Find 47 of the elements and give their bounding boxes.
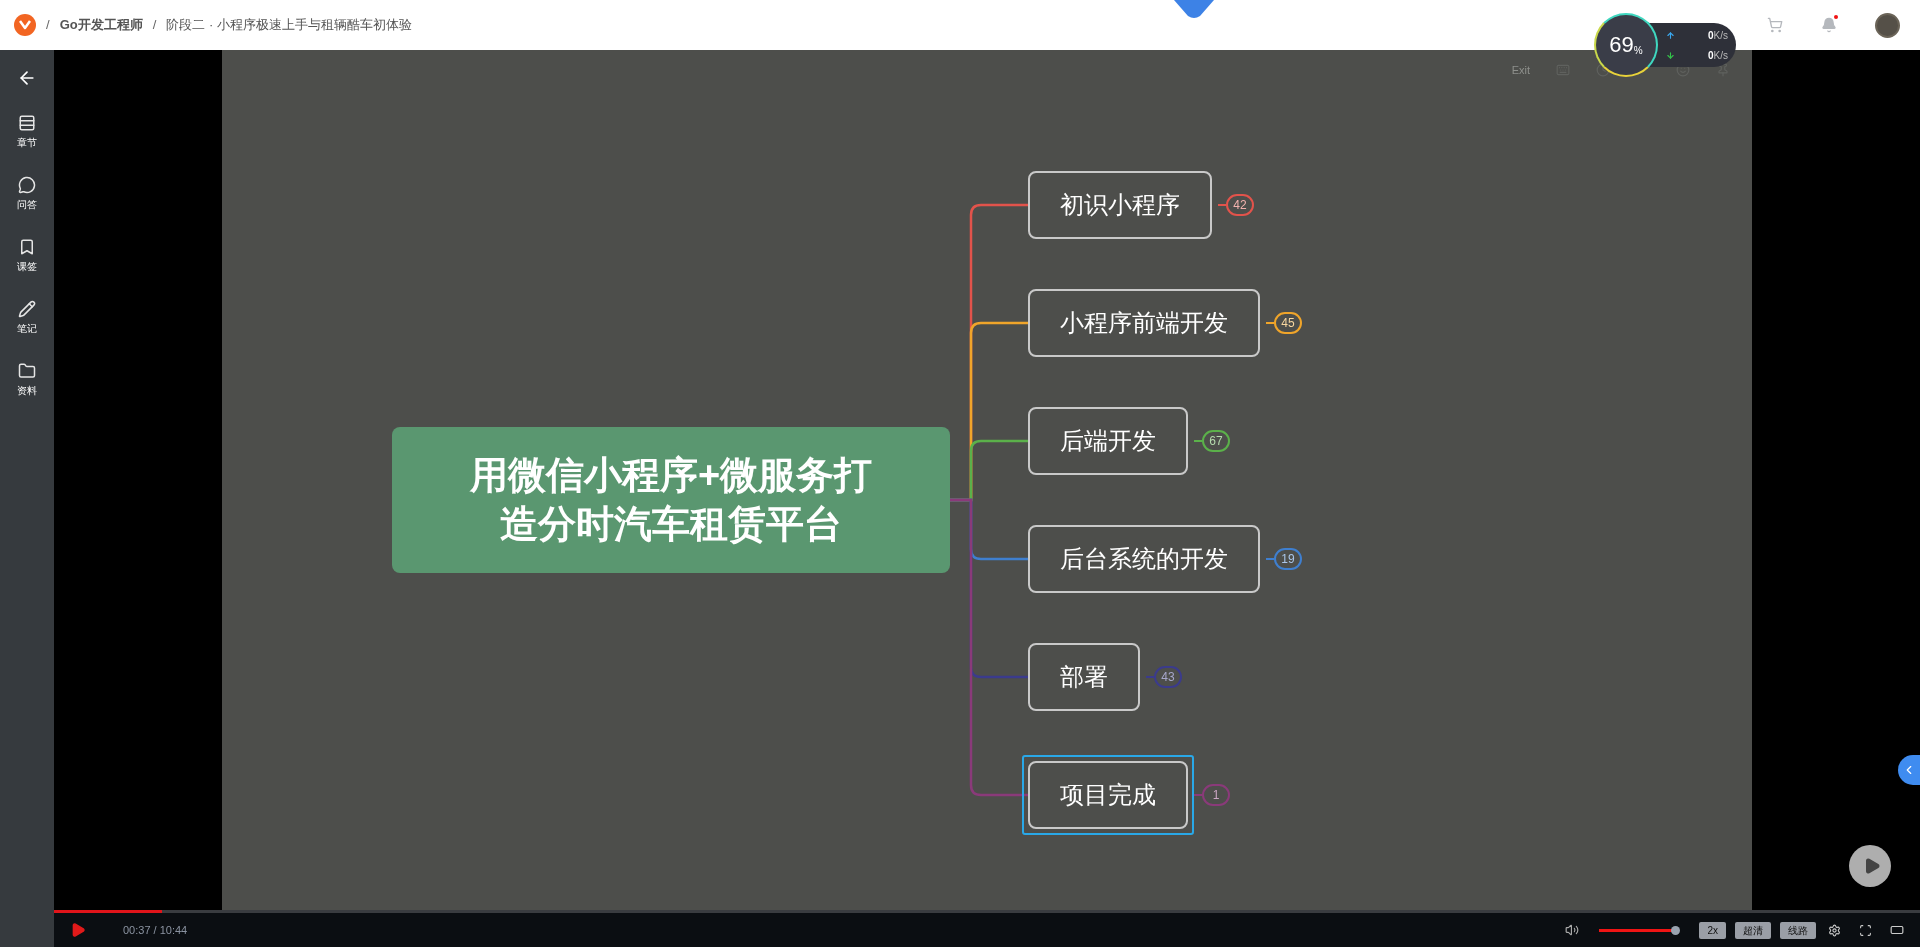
settings-icon[interactable] — [1828, 923, 1841, 937]
player-option-button[interactable]: 超清 — [1735, 921, 1771, 939]
upload-arrow-icon — [1666, 30, 1675, 40]
count-badge: 43 — [1154, 666, 1182, 688]
progress-track[interactable] — [54, 910, 1920, 913]
download-arrow-icon — [1666, 50, 1675, 60]
player-option-button[interactable]: 2x — [1699, 921, 1726, 939]
usage-percent: 69 — [1609, 34, 1634, 56]
sidebar-item[interactable]: 课签 — [13, 238, 41, 274]
topic-node[interactable]: 项目完成 — [1028, 761, 1188, 829]
big-play-button[interactable] — [1849, 845, 1891, 887]
volume-icon[interactable] — [1565, 923, 1580, 937]
window-mode-icon[interactable] — [1890, 923, 1904, 937]
topic-node[interactable]: 后台系统的开发 — [1028, 525, 1260, 593]
sidebar-item[interactable]: 章节 — [13, 114, 41, 150]
breadcrumb-link[interactable]: Go开发工程师 — [59, 15, 143, 35]
user-avatar[interactable] — [1875, 12, 1900, 38]
count-badge: 1 — [1202, 784, 1230, 806]
logo-icon[interactable] — [14, 14, 36, 36]
count-badge: 19 — [1274, 548, 1302, 570]
play-button[interactable] — [70, 922, 86, 938]
breadcrumb-separator: / — [46, 16, 50, 35]
topic-node[interactable]: 初识小程序 — [1028, 171, 1212, 239]
count-badge: 45 — [1274, 312, 1302, 334]
topic-node[interactable]: 后端开发 — [1028, 407, 1188, 475]
chapters-list-icon — [18, 114, 36, 132]
player-option-button[interactable]: 线路 — [1780, 921, 1816, 939]
sidebar-item[interactable]: 笔记 — [13, 300, 41, 336]
count-badge: 42 — [1226, 194, 1254, 216]
upload-speed: 0K/s — [1708, 28, 1728, 43]
count-badge: 67 — [1202, 430, 1230, 452]
sidebar-item[interactable]: 问答 — [13, 176, 41, 212]
pencil-icon — [18, 300, 36, 318]
folder-icon — [18, 362, 36, 380]
topic-node[interactable]: 部署 — [1028, 643, 1140, 711]
time-display: 00:37 / 10:44 — [123, 922, 188, 938]
side-panel-toggle[interactable] — [1898, 755, 1920, 785]
volume-thumb[interactable] — [1671, 925, 1681, 935]
breadcrumb-separator: / — [152, 16, 157, 35]
percent-unit: % — [1633, 44, 1643, 58]
breadcrumb-link[interactable]: 阶段二 · 小程序极速上手与租辆酷车初体验 — [166, 15, 412, 35]
chat-bubble-icon — [18, 176, 36, 194]
fullscreen-icon[interactable] — [1859, 923, 1872, 937]
sidebar-item[interactable]: 资料 — [13, 362, 41, 398]
bookmark-icon — [18, 238, 36, 256]
topic-node[interactable]: 小程序前端开发 — [1028, 289, 1260, 357]
download-speed: 0K/s — [1708, 48, 1728, 63]
